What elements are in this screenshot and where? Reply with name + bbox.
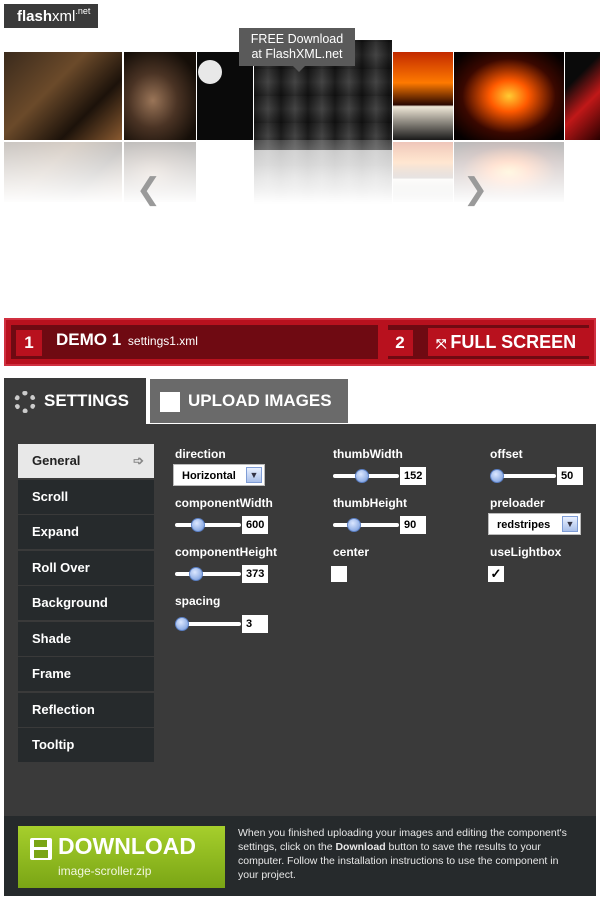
offset-slider[interactable] <box>490 469 556 483</box>
thumb-width-label: thumbWidth <box>333 447 403 461</box>
component-height-slider[interactable] <box>175 567 241 581</box>
arrow-right-icon: ➩ <box>133 453 144 468</box>
settings-menu: General ➩ Scroll Expand Roll Over Backgro… <box>18 444 154 764</box>
offset-input[interactable]: 50 <box>557 467 583 485</box>
menu-item-frame[interactable]: Frame <box>18 657 154 691</box>
direction-select[interactable]: Horizontal ▼ <box>173 464 265 486</box>
thumbnail-guitar-fire[interactable] <box>454 52 564 140</box>
use-lightbox-label: useLightbox <box>490 545 562 559</box>
thumb-width-slider[interactable] <box>333 469 399 483</box>
spacing-label: spacing <box>175 594 221 608</box>
menu-item-shade[interactable]: Shade <box>18 621 154 656</box>
download-bar: DOWNLOAD image-scroller.zip When you fin… <box>4 816 596 896</box>
thumbnail-glass[interactable] <box>565 52 600 140</box>
demo-number-2[interactable]: 2 <box>387 330 413 356</box>
image-scroller[interactable] <box>0 40 600 220</box>
chevron-down-icon: ▼ <box>246 467 262 483</box>
floppy-disk-icon <box>30 838 52 860</box>
tooltip-free-download: FREE Download at FlashXML.net <box>239 28 355 72</box>
use-lightbox-checkbox[interactable]: ✓ <box>488 566 504 582</box>
slider-knob[interactable] <box>191 518 205 532</box>
fullscreen-button[interactable]: ⤧ FULL SCREEN <box>428 328 590 356</box>
chevron-left-icon[interactable]: ❮ <box>136 172 161 207</box>
spacing-input[interactable]: 3 <box>242 615 268 633</box>
slider-knob[interactable] <box>175 617 189 631</box>
thumbnail-violin[interactable] <box>124 52 196 140</box>
slider-knob[interactable] <box>347 518 361 532</box>
center-label: center <box>333 545 370 559</box>
component-width-label: componentWidth <box>175 496 273 510</box>
download-button[interactable]: DOWNLOAD image-scroller.zip <box>18 826 225 888</box>
direction-label: direction <box>175 447 226 461</box>
menu-item-reflection[interactable]: Reflection <box>18 692 154 727</box>
chevron-down-icon: ▼ <box>562 516 578 532</box>
checkmark-icon: ✓ <box>490 566 502 581</box>
settings-panel: General ➩ Scroll Expand Roll Over Backgro… <box>4 424 596 816</box>
menu-item-tooltip[interactable]: Tooltip <box>18 728 154 762</box>
reflection-fade <box>0 140 600 220</box>
tab-upload-images[interactable]: UPLOAD IMAGES <box>150 379 348 423</box>
expand-icon: ⤧ <box>436 336 447 351</box>
thumbnail-piano-fire[interactable] <box>393 52 453 140</box>
download-instructions: When you finished uploading your images … <box>238 827 567 881</box>
spacing-slider[interactable] <box>175 617 241 631</box>
thumb-height-slider[interactable] <box>333 518 399 532</box>
center-checkbox[interactable] <box>331 566 347 582</box>
component-height-input[interactable]: 373 <box>242 565 268 583</box>
menu-item-scroll[interactable]: Scroll <box>18 479 154 514</box>
offset-label: offset <box>490 447 523 461</box>
chevron-right-icon[interactable]: ❯ <box>463 172 488 207</box>
tab-settings[interactable]: SETTINGS <box>4 378 146 424</box>
image-grid-icon <box>160 391 180 412</box>
component-width-input[interactable]: 600 <box>242 516 268 534</box>
slider-knob[interactable] <box>355 469 369 483</box>
thumbnail-wine[interactable] <box>4 52 122 140</box>
preloader-select[interactable]: redstripes ▼ <box>488 513 581 535</box>
component-width-slider[interactable] <box>175 518 241 532</box>
menu-item-expand[interactable]: Expand <box>18 515 154 549</box>
gear-icon <box>14 390 36 413</box>
demo-title[interactable]: DEMO 1 settings1.xml <box>56 330 198 350</box>
slider-knob[interactable] <box>490 469 504 483</box>
demo-bar: 1 DEMO 1 settings1.xml 2 ⤧ FULL SCREEN <box>4 318 596 366</box>
tabs: SETTINGS UPLOAD IMAGES <box>4 378 596 424</box>
thumb-height-label: thumbHeight <box>333 496 407 510</box>
menu-item-general[interactable]: General ➩ <box>18 444 154 478</box>
component-height-label: componentHeight <box>175 545 277 559</box>
demo-number-1[interactable]: 1 <box>16 330 42 356</box>
logo[interactable]: flashxml.net <box>4 4 98 28</box>
menu-item-roll-over[interactable]: Roll Over <box>18 550 154 585</box>
thumb-width-input[interactable]: 152 <box>400 467 426 485</box>
thumb-height-input[interactable]: 90 <box>400 516 426 534</box>
preloader-label: preloader <box>490 496 545 510</box>
slider-knob[interactable] <box>189 567 203 581</box>
menu-item-background[interactable]: Background <box>18 586 154 620</box>
